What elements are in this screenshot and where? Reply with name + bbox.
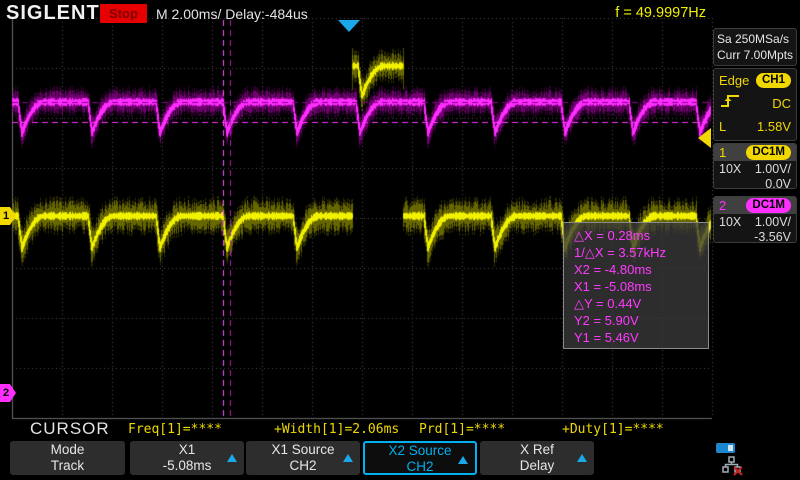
up-arrow-icon: [458, 456, 468, 464]
cursor-x1: X1 = -5.08ms: [574, 278, 708, 295]
up-arrow-icon: [227, 454, 237, 462]
measurement-duty: +Duty[1]=****: [562, 422, 664, 437]
cursor-readout-box: △X = 0.28ms 1/△X = 3.57kHz X2 = -4.80ms …: [563, 222, 709, 349]
channel1-info-box[interactable]: 1 DC1M 10X 1.00V/ 0.0V: [713, 143, 797, 189]
cursor-x2: X2 = -4.80ms: [574, 261, 708, 278]
trigger-level-value: 1.58V: [757, 119, 791, 134]
trigger-source-badge: CH1: [756, 73, 791, 88]
memory-depth: Curr 7.00Mpts: [714, 47, 796, 63]
channel1-scale: 1.00V/: [755, 162, 791, 176]
menu-button-x-ref[interactable]: X Ref Delay: [480, 441, 594, 475]
run-state-badge[interactable]: Stop: [100, 4, 147, 23]
frequency-counter: f = 49.9997Hz: [594, 5, 706, 21]
channel1-offset: 0.0V: [765, 177, 791, 191]
channel2-scale: 1.00V/: [755, 215, 791, 229]
channel1-number: 1: [719, 145, 726, 160]
channel1-coupling-badge: DC1M: [746, 145, 791, 160]
channel2-coupling-badge: DC1M: [746, 198, 791, 213]
channel1-probe: 10X: [719, 162, 741, 176]
sample-rate: Sa 250MSa/s: [714, 31, 796, 47]
cursor-delta-x: △X = 0.28ms: [574, 227, 708, 244]
trigger-level-label: L: [719, 119, 726, 134]
cursor-delta-y: △Y = 0.44V: [574, 295, 708, 312]
measurement-freq: Freq[1]=****: [128, 422, 222, 437]
menu-button-mode-value: Track: [10, 458, 125, 474]
channel2-number: 2: [719, 198, 726, 213]
oscilloscope-screen: SIGLENT Stop M 2.00ms/ Delay:-484us f = …: [0, 0, 800, 480]
menu-button-x1-source[interactable]: X1 Source CH2: [246, 441, 360, 475]
menu-button-mode-label: Mode: [10, 442, 125, 458]
menu-title: CURSOR: [30, 419, 110, 439]
up-arrow-icon: [577, 454, 587, 462]
cursor-y2: Y2 = 5.90V: [574, 312, 708, 329]
brand-logo: SIGLENT: [6, 2, 100, 25]
acquisition-info-box[interactable]: Sa 250MSa/s Curr 7.00Mpts: [713, 28, 797, 66]
menu-button-x2-source[interactable]: X2 Source CH2: [363, 441, 477, 475]
timebase-delay-readout: M 2.00ms/ Delay:-484us: [156, 6, 308, 22]
up-arrow-icon: [343, 454, 353, 462]
trigger-info-box[interactable]: Edge CH1 DC L 1.58V: [713, 68, 797, 141]
trigger-coupling: DC: [772, 96, 791, 111]
rising-edge-icon: [719, 93, 741, 114]
channel2-probe: 10X: [719, 215, 741, 229]
cursor-y1: Y1 = 5.46V: [574, 329, 708, 346]
cursor-inv-delta-x: 1/△X = 3.57kHz: [574, 244, 708, 261]
trigger-type: Edge: [719, 73, 749, 88]
menu-button-x1[interactable]: X1 -5.08ms: [130, 441, 244, 475]
measurement-period: Prd[1]=****: [419, 422, 505, 437]
channel2-info-box[interactable]: 2 DC1M 10X 1.00V/ -3.56V: [713, 196, 797, 243]
menu-button-mode[interactable]: Mode Track: [10, 441, 125, 475]
measurement-pwidth: +Width[1]=2.06ms: [274, 422, 399, 437]
channel2-offset: -3.56V: [754, 230, 791, 244]
lan-disconnected-icon: [722, 456, 744, 480]
usb-icon: [716, 443, 735, 453]
